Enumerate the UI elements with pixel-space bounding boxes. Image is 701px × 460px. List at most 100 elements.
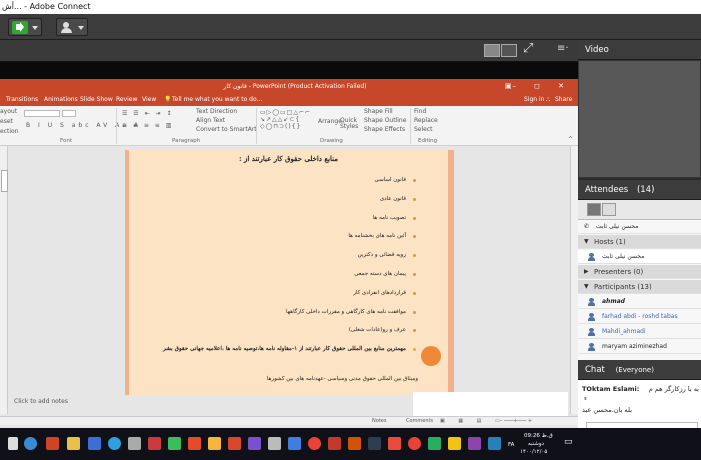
current-user-row[interactable]: ✆ محسن نیلی ثابت [578,220,701,234]
notes-toggle[interactable]: Notes [372,418,386,424]
app-icon[interactable] [468,437,481,450]
view-buttons[interactable]: ▣ ▦ ▤ ▭ [440,418,506,424]
section-button[interactable]: ection [0,128,18,135]
layout-button[interactable]: ayout [0,108,17,115]
ribbon-options-icon[interactable]: ▣ [505,79,512,94]
list-item[interactable]: ahmad [578,295,701,309]
group-font-label: Font [60,138,72,144]
font-name-box[interactable] [24,110,60,117]
pod-menu-icon[interactable]: ≡· [557,43,575,56]
app-icon[interactable] [228,437,241,450]
sign-in-link[interactable]: Sign in [524,94,544,106]
shapes-gallery[interactable]: ▭▷◯▭□△⌐⌐ ↘↗△△↙⊂{◇◯⊓⊃(){} [260,109,311,130]
convert-smartart-button[interactable]: Convert to SmartArt [196,126,257,133]
replace-button[interactable]: Replace [414,117,438,124]
list-item[interactable]: farhad abdi - roshd tabas [578,310,701,324]
shape-outline-button[interactable]: Shape Outline [364,117,406,124]
tab-view[interactable]: View [142,94,156,106]
comments-toggle[interactable]: Comments [406,418,433,424]
thumbnail-scrollbar[interactable] [0,146,8,414]
reset-button[interactable]: eset [0,118,13,125]
app-icon[interactable] [188,437,201,450]
arrange-button[interactable]: Arrange [318,118,342,125]
excel-icon[interactable] [168,437,181,450]
chevron-down-icon[interactable] [32,26,38,30]
fullscreen-icon[interactable] [522,41,538,57]
font-size-box[interactable] [62,110,76,117]
layout-split-icon[interactable] [501,44,517,57]
triangle-down-icon: ▼ [584,238,589,245]
quick-styles-button[interactable]: Quick Styles [340,118,358,130]
app-icon[interactable] [388,437,401,450]
tab-transitions[interactable]: Transitions [6,94,38,106]
slide-canvas[interactable]: منابع داخلی حقوق کار عبارتند از : قانون … [125,150,454,395]
chrome-icon[interactable] [308,437,321,450]
list-item[interactable]: maryam aziminezhad [578,340,701,354]
powerpoint-window: قانون کار - PowerPoint (Product Activati… [0,79,578,428]
layout-single-icon[interactable] [484,44,500,57]
edge-icon[interactable] [24,437,37,450]
app-icon[interactable] [248,437,261,450]
notification-icon[interactable]: ▭ [564,437,573,447]
acrobat-icon[interactable] [328,437,341,450]
app-icon[interactable] [128,437,141,450]
select-button[interactable]: Select [414,126,433,133]
powerpoint-icon[interactable] [46,437,59,450]
tab-animations[interactable]: Animations [44,94,78,106]
triangle-down-icon: ▼ [584,283,589,290]
app-icon[interactable] [428,437,441,450]
list-item: مهمترین منابع بین المللی حقوق کار عبارتن… [126,345,416,371]
vertical-scrollbar[interactable] [570,146,578,414]
list-item[interactable]: Mahdi_ahmadi [578,325,701,339]
telegram-icon[interactable] [108,437,121,450]
list-view-icon[interactable] [587,203,601,216]
breakout-view-icon[interactable] [602,203,616,216]
tab-review[interactable]: Review [116,94,137,106]
list-item[interactable]: محسن نیلی ثابت [578,250,701,264]
tab-slide-show[interactable]: Slide Show [80,94,113,106]
window-controls[interactable]: – ◻ ✕ [512,79,572,94]
search-icon[interactable] [8,437,18,450]
clock-time[interactable]: 09:26 ق.ظ [524,433,553,439]
user-icon [588,313,595,321]
align-text-button[interactable]: Align Text [196,117,225,124]
list-item: عرف و رو(عادات شغلی) [126,326,416,345]
app-icon[interactable] [268,437,281,450]
word-icon[interactable] [88,437,101,450]
share-icon[interactable]: ⛬ [546,94,550,106]
user-icon [588,343,595,351]
app-icon[interactable] [488,437,501,450]
app-icon[interactable] [208,437,221,450]
shape-effects-button[interactable]: Shape Effects [364,126,405,133]
presenters-section[interactable]: ▶ Presenters (0) [578,265,701,279]
app-icon[interactable] [288,437,301,450]
text-direction-button[interactable]: Text Direction [196,108,237,115]
triangle-right-icon: ▶ [584,268,589,275]
participants-section[interactable]: ▼ Participants (13) [578,280,701,294]
lang-indicator[interactable]: FA [508,442,514,448]
media-icon[interactable] [148,437,161,450]
find-button[interactable]: Find [414,108,426,115]
chat-scope: (Everyone) [615,366,654,374]
notes-placeholder[interactable]: Click to add notes [8,395,408,409]
participants-label: Participants (13) [594,283,652,291]
chrome-icon[interactable] [408,437,421,450]
app-icon[interactable] [448,437,461,450]
list-item: قراردادهای انفرادی کار [126,289,416,308]
app-icon[interactable] [368,437,381,450]
align-buttons[interactable]: ≡ ≡ ≡ ≡ ▥ [122,122,173,129]
overlay-box [413,392,568,417]
illustrator-icon[interactable] [348,437,361,450]
file-explorer-icon[interactable] [67,437,80,450]
speaker-button[interactable] [8,18,42,36]
share-button[interactable]: Share [555,94,572,106]
shape-fill-button[interactable]: Shape Fill [364,108,393,115]
zoom-slider[interactable]: – ───+─── + [500,418,532,424]
hosts-section[interactable]: ▼ Hosts (1) [578,235,701,249]
list-buttons[interactable]: ☰ ☰ ⇤ ⇥ ↕ [122,110,173,117]
collapse-ribbon-icon[interactable]: ^ [568,136,573,143]
ribbon-separator [256,108,257,144]
tell-me-input[interactable]: Tell me what you want to do... [172,94,262,106]
camera-button[interactable] [56,18,88,36]
chevron-down-icon[interactable] [78,26,84,30]
